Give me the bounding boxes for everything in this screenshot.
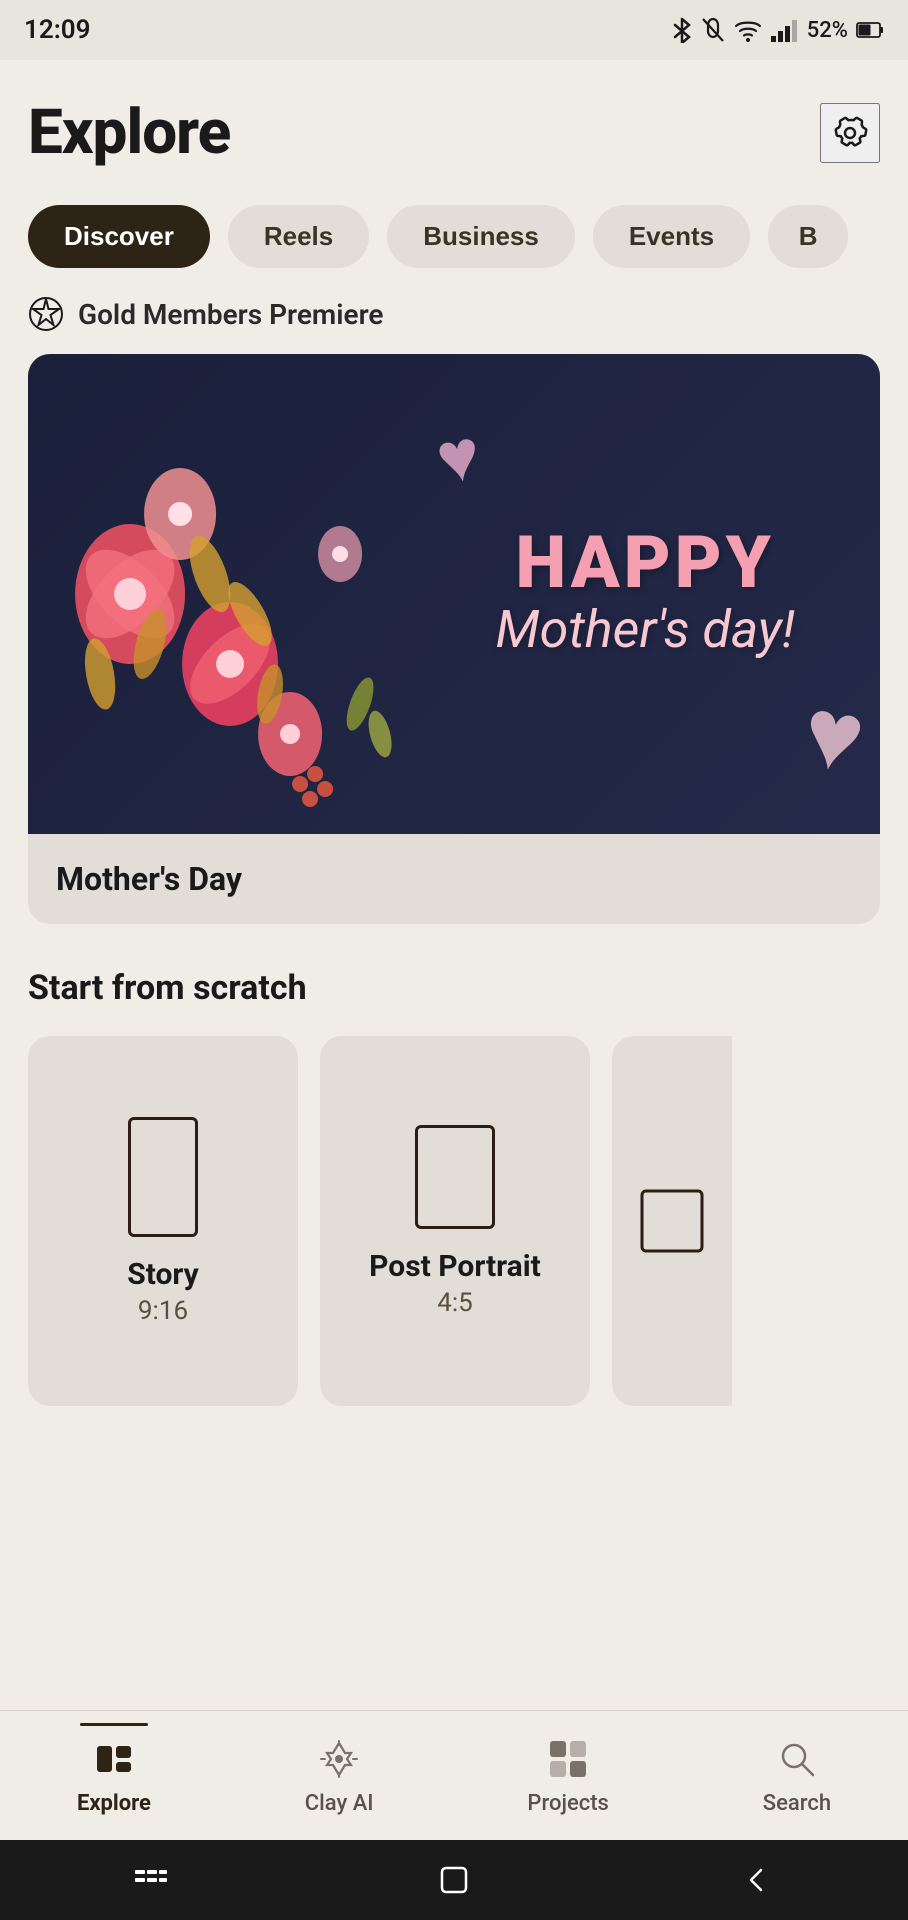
scratch-card-post-portrait-name: Post Portrait (369, 1249, 541, 1284)
main-content: Explore Discover Reels Business Events B… (0, 60, 908, 1710)
clay-ai-icon (317, 1737, 361, 1781)
mute-icon (701, 17, 725, 43)
android-home-btn[interactable] (424, 1860, 484, 1900)
nav-label-search: Search (763, 1791, 831, 1816)
nav-item-clay-ai[interactable]: Clay AI (285, 1725, 394, 1826)
android-back-icon (743, 1866, 771, 1894)
mothers-day-text: Mother's day! (496, 599, 795, 661)
story-icon (128, 1117, 198, 1237)
gold-members-section-label: Gold Members Premiere (28, 296, 880, 332)
nav-label-explore: Explore (77, 1791, 151, 1816)
heart-right-decoration: ♥ (794, 673, 873, 799)
scratch-section-title: Start from scratch (28, 968, 880, 1008)
featured-card-label: Mother's Day (28, 834, 880, 924)
featured-text-area: HAPPY Mother's day! (496, 527, 795, 661)
projects-icon (546, 1737, 590, 1781)
android-menu-icon (133, 1866, 169, 1894)
android-menu-btn[interactable] (121, 1860, 181, 1900)
featured-card-title: Mother's Day (56, 860, 242, 898)
status-right: 52% (671, 17, 884, 43)
android-back-btn[interactable] (727, 1860, 787, 1900)
battery-level: 52% (807, 18, 848, 43)
bottom-nav: Explore Clay AI Projects (0, 1710, 908, 1840)
status-bar: 12:09 (0, 0, 908, 60)
projects-nav-icon (544, 1735, 592, 1783)
nav-item-explore[interactable]: Explore (57, 1725, 171, 1826)
gold-star-icon (28, 296, 64, 332)
scratch-section: Start from scratch Story 9:16 Post Portr… (28, 968, 880, 1416)
battery-icon (856, 21, 884, 39)
clay-ai-nav-icon (315, 1735, 363, 1783)
featured-card[interactable]: ♥ HAPPY Mother's day! ♥ Mother's Day (28, 354, 880, 924)
scratch-card-post[interactable] (612, 1036, 732, 1406)
scratch-card-story-name: Story (127, 1257, 199, 1292)
featured-image: ♥ HAPPY Mother's day! ♥ (28, 354, 880, 834)
scratch-card-post-portrait[interactable]: Post Portrait 4:5 (320, 1036, 590, 1406)
scratch-card-story-ratio: 9:16 (127, 1296, 199, 1326)
page-title: Explore (28, 96, 230, 169)
tab-events[interactable]: Events (593, 205, 750, 268)
nav-item-search[interactable]: Search (743, 1725, 851, 1826)
search-nav-icon (773, 1735, 821, 1783)
status-time: 12:09 (24, 15, 91, 45)
tab-discover[interactable]: Discover (28, 205, 210, 268)
android-nav-bar (0, 1840, 908, 1920)
happy-text: HAPPY (496, 527, 795, 599)
settings-button[interactable] (820, 103, 880, 163)
scratch-card-post-portrait-labels: Post Portrait 4:5 (369, 1249, 541, 1318)
bluetooth-icon (671, 17, 693, 43)
search-icon (775, 1737, 819, 1781)
nav-label-projects: Projects (527, 1791, 608, 1816)
signal-icon (771, 18, 799, 42)
post-portrait-icon (415, 1125, 495, 1229)
post-icon (632, 1181, 712, 1261)
android-home-icon (438, 1864, 470, 1896)
scratch-cards-list: Story 9:16 Post Portrait 4:5 (28, 1036, 880, 1416)
wifi-icon (733, 18, 763, 42)
scratch-card-story[interactable]: Story 9:16 (28, 1036, 298, 1406)
post-square-icon (632, 1181, 712, 1261)
explore-icon (93, 1738, 135, 1780)
tab-more[interactable]: B (768, 205, 848, 268)
nav-item-projects[interactable]: Projects (507, 1725, 628, 1826)
tab-reels[interactable]: Reels (228, 205, 369, 268)
filter-tabs: Discover Reels Business Events B (28, 193, 880, 296)
scratch-card-story-labels: Story 9:16 (127, 1257, 199, 1326)
scratch-card-post-portrait-ratio: 4:5 (369, 1288, 541, 1318)
gold-members-label: Gold Members Premiere (78, 298, 383, 331)
header: Explore (28, 60, 880, 193)
gear-icon (827, 110, 873, 156)
nav-label-clay-ai: Clay AI (305, 1791, 374, 1816)
tab-business[interactable]: Business (387, 205, 575, 268)
explore-nav-icon (90, 1735, 138, 1783)
status-icons: 52% (671, 17, 884, 43)
